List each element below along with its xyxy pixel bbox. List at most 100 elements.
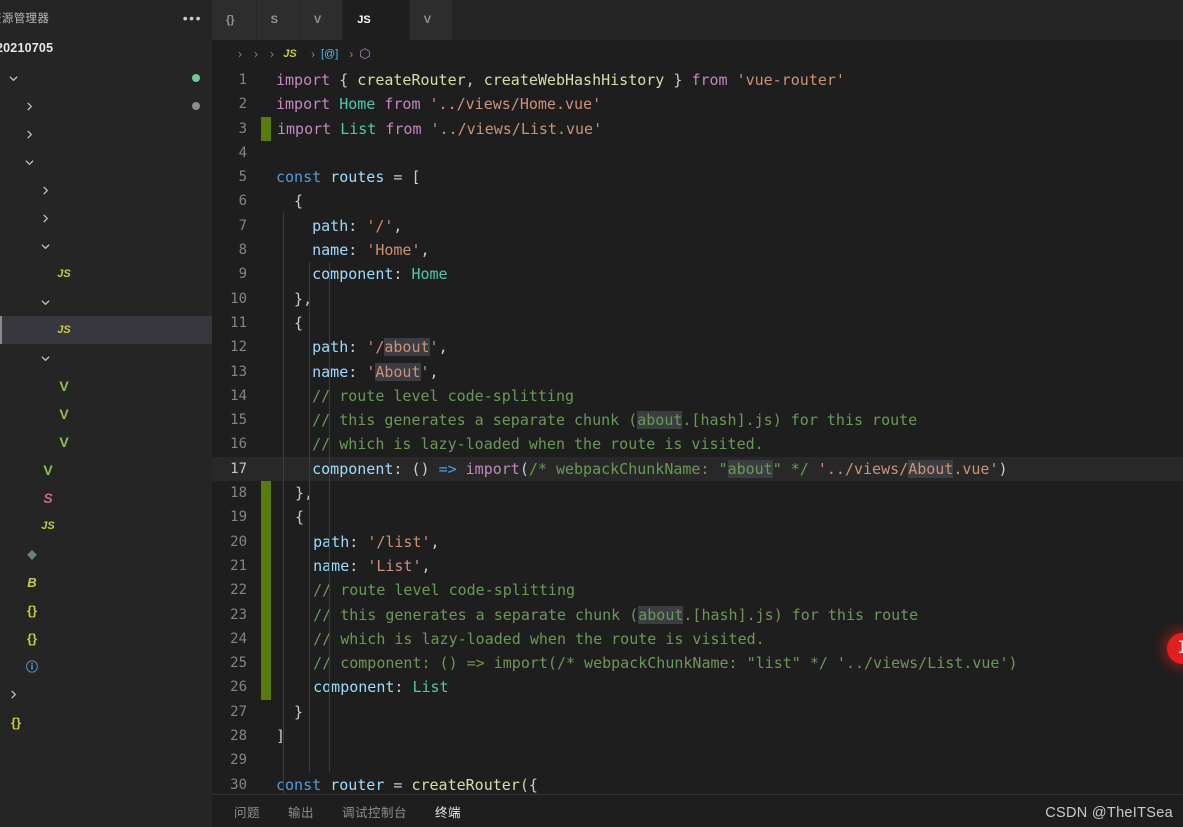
editor-tab-package.json[interactable]: {} (212, 0, 257, 40)
code-line[interactable]: 7 path: '/', (212, 214, 1183, 238)
tree-item-src[interactable] (0, 148, 212, 176)
chevron-right-icon[interactable] (38, 213, 52, 223)
gitignore-file-icon: ◆ (27, 547, 37, 561)
chevron-right-icon[interactable] (22, 101, 36, 111)
editor-tab-index.js[interactable]: JS (343, 0, 410, 40)
ellipsis-icon[interactable]: ••• (183, 11, 202, 25)
chevron-right-icon[interactable] (22, 129, 36, 139)
editor-tab-app.vue[interactable]: V (299, 0, 344, 40)
chevron-down-icon[interactable] (6, 74, 20, 83)
tree-item-components[interactable] (0, 204, 212, 232)
code-line[interactable]: 3 import List from '../views/List.vue' (212, 116, 1183, 141)
code-line[interactable]: 20 path: '/list', (212, 529, 1183, 554)
tree-item-babel.config.js[interactable]: B (0, 568, 212, 596)
code-text: name: 'About', (312, 362, 439, 381)
panel-tab-3[interactable]: 终端 (435, 802, 461, 821)
code-line[interactable]: 23 // this generates a separate chunk (a… (212, 602, 1183, 627)
code-line[interactable]: 6 { (212, 189, 1183, 213)
js-icon: JS (357, 14, 371, 26)
code-text: { (276, 313, 304, 332)
tree-item-list.vue[interactable]: V (0, 428, 212, 456)
tree-item-about.vue[interactable]: V (0, 372, 212, 400)
code-line[interactable]: 5 const routes = [ (212, 165, 1183, 189)
editor-tab-list.vue[interactable]: V (409, 0, 454, 40)
line-number: 29 (230, 752, 247, 769)
tree-item-router[interactable] (0, 288, 212, 316)
tree-item-app.vue[interactable]: V (0, 456, 212, 484)
gutter-spacer (260, 360, 270, 384)
workspace-root-label[interactable]: 20210705 (0, 35, 212, 61)
tree-item-public[interactable] (0, 120, 212, 148)
json-file-icon: {} (10, 714, 22, 730)
chevron-down-icon[interactable] (38, 242, 52, 251)
tree-item-.gitignore[interactable]: ◆ (0, 540, 212, 568)
tree-item-main.js[interactable]: JS (0, 512, 212, 540)
panel-tab-0[interactable]: 问题 (234, 802, 260, 821)
code-text: name: 'Home', (312, 241, 430, 260)
tree-item-package-lock.json[interactable]: {} (0, 596, 212, 624)
line-number: 14 (230, 387, 247, 404)
code-line[interactable]: 25 // component: () => import(/* webpack… (212, 651, 1183, 676)
chevron-down-icon[interactable] (22, 158, 36, 167)
code-line[interactable]: 26 component: List (212, 675, 1183, 700)
code-line[interactable]: 15 // this generates a separate chunk (a… (212, 408, 1183, 432)
code-line[interactable]: 10 }, (212, 287, 1183, 311)
code-line[interactable]: 24 // which is lazy-loaded when the rout… (212, 626, 1183, 652)
code-text: // which is lazy-loaded when the route i… (313, 629, 765, 648)
panel-tab-1[interactable]: 输出 (288, 802, 314, 821)
tree-item-element-variables.scss[interactable]: S (0, 484, 212, 512)
code-line[interactable]: 2 import Home from '../views/Home.vue' (212, 92, 1183, 116)
code-line[interactable]: 9 component: Home (212, 262, 1183, 286)
code-editor[interactable]: 1 import { createRouter, createWebHashHis… (212, 68, 1183, 794)
code-line[interactable]: 13 name: 'About', (212, 360, 1183, 384)
tree-item-views[interactable] (0, 344, 212, 372)
line-number: 28 (230, 728, 247, 745)
code-line[interactable]: 28] (212, 724, 1183, 748)
gutter-spacer (260, 189, 270, 213)
breadcrumb-item-component[interactable]: ⬡ (359, 46, 375, 62)
panel-tab-2[interactable]: 调试控制台 (342, 802, 407, 821)
line-number: 10 (230, 290, 247, 307)
chevron-down-icon[interactable] (38, 354, 52, 363)
tree-item-package.json[interactable]: {} (0, 624, 212, 652)
tree-item-index.js[interactable]: JS (0, 316, 212, 344)
tree-item-package-lock.json[interactable]: {} (0, 708, 212, 736)
code-line[interactable]: 16 // which is lazy-loaded when the rout… (212, 432, 1183, 456)
code-line[interactable]: 21 name: 'List', (212, 553, 1183, 579)
code-content[interactable]: 1 import { createRouter, createWebHashHis… (212, 68, 1183, 794)
tree-item-my-app[interactable] (0, 64, 212, 92)
code-line[interactable]: 12 path: '/about', (212, 335, 1183, 359)
code-line[interactable]: 27 } (212, 700, 1183, 724)
chevron-right-icon[interactable] (6, 689, 20, 699)
chevron-down-icon[interactable] (38, 298, 52, 307)
code-line[interactable]: 11 { (212, 311, 1183, 335)
vue-icon: V (313, 14, 322, 26)
code-line[interactable]: 8 name: 'Home', (212, 238, 1183, 262)
tree-item-home.vue[interactable]: V (0, 400, 212, 428)
code-line[interactable]: 18 }, (212, 481, 1183, 506)
code-line[interactable]: 4 (212, 141, 1183, 165)
line-number: 21 (230, 557, 247, 574)
code-line[interactable]: 29 (212, 748, 1183, 772)
tree-item-assets[interactable] (0, 176, 212, 204)
code-line[interactable]: 14 // route level code-splitting (212, 384, 1183, 408)
chevron-right-icon[interactable] (38, 185, 52, 195)
tree-item-plugins[interactable] (0, 232, 212, 260)
gutter-spacer (260, 238, 270, 262)
tree-item-node-modules[interactable] (0, 680, 212, 708)
editor-tab-element-variables.scss[interactable]: S (256, 0, 300, 40)
code-line[interactable]: 22 // route level code-splitting (212, 578, 1183, 603)
editor-tab-bar: {} S V JS V (212, 0, 1183, 40)
tree-item-readme.md[interactable]: ⓘ (0, 652, 212, 680)
tree-item-node-modules[interactable] (0, 92, 212, 120)
gutter-spacer (260, 92, 270, 116)
tree-item-element.js[interactable]: JS (0, 260, 212, 288)
code-line[interactable]: 19 { (212, 505, 1183, 530)
code-text: { (276, 192, 304, 211)
code-line[interactable]: 30 const router = createRouter({ (212, 773, 1183, 794)
breadcrumb-item-index.js[interactable]: JS (280, 48, 305, 60)
json-file-icon: {} (26, 602, 38, 618)
code-line[interactable]: 1 import { createRouter, createWebHashHis… (212, 68, 1183, 92)
code-line[interactable]: 17 component: () => import(/* webpackChu… (212, 456, 1183, 482)
breadcrumb-item-routes[interactable]: [@] (321, 48, 343, 60)
